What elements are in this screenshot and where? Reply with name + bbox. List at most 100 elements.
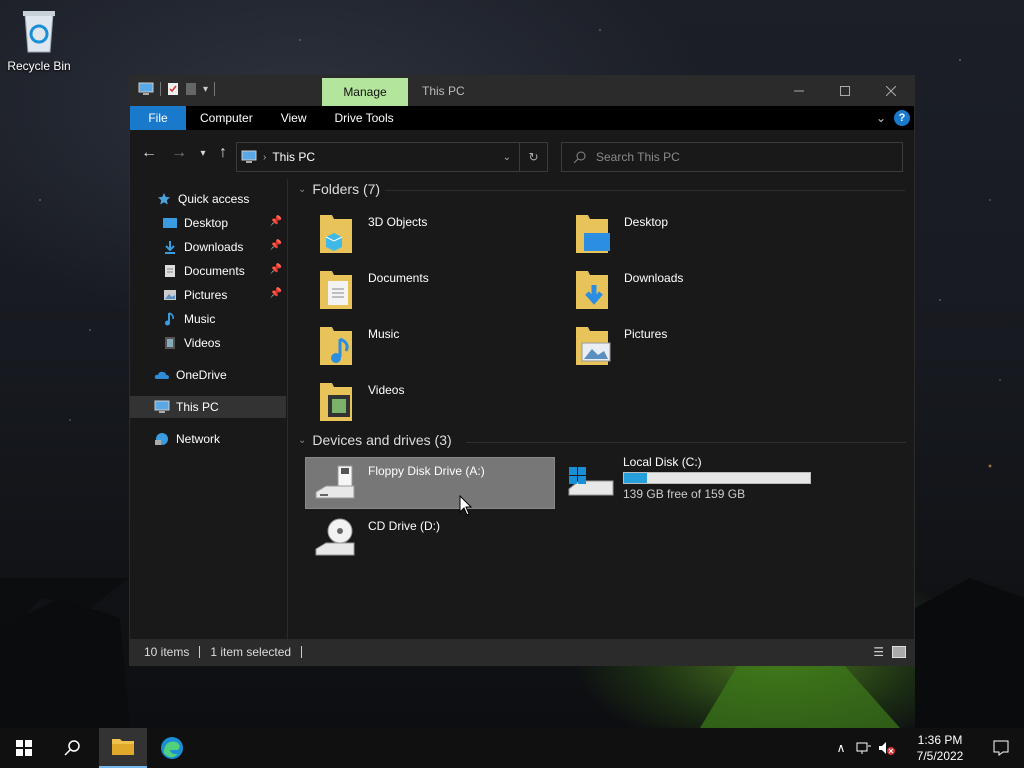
drive-local-c[interactable]: Local Disk (C:) 139 GB free of 159 GB (561, 455, 841, 507)
title-bar[interactable]: ▾ Manage This PC (130, 76, 914, 106)
devices-header-label: Devices and drives (3) (312, 432, 452, 448)
floppy-drive-icon (315, 465, 355, 499)
forward-arrow-icon[interactable]: → (169, 144, 189, 162)
devices-group-header[interactable]: ⌄ Devices and drives (3) (298, 432, 452, 448)
large-icons-view-icon[interactable] (892, 646, 906, 658)
folders-group-header[interactable]: ⌄ Folders (7) (298, 181, 380, 197)
clock-time: 1:36 PM (917, 733, 963, 747)
file-explorer-window: ▾ Manage This PC File Computer View Driv… (129, 75, 915, 666)
minimize-button[interactable] (776, 76, 822, 106)
taskbar-file-explorer[interactable] (99, 728, 147, 768)
folder-icon (112, 739, 134, 755)
drive-cd-d[interactable]: CD Drive (D:) (306, 513, 556, 565)
recycle-bin-shortcut[interactable]: Recycle Bin (4, 6, 74, 73)
tab-file[interactable]: File (130, 106, 186, 130)
clock[interactable]: 1:36 PM 7/5/2022 (902, 732, 978, 764)
folder-3d-objects[interactable]: 3D Objects (306, 209, 556, 261)
nav-videos[interactable]: Videos (130, 332, 286, 354)
document-icon (162, 263, 178, 279)
tab-computer[interactable]: Computer (186, 106, 267, 130)
pin-icon[interactable]: 📌 (270, 240, 282, 251)
nav-music[interactable]: Music (130, 308, 286, 330)
status-separator (199, 646, 201, 658)
collapse-chevron-icon[interactable]: ⌄ (298, 184, 306, 195)
recycle-bin-icon (23, 11, 55, 53)
nav-label: OneDrive (176, 368, 227, 382)
nav-label: Videos (184, 336, 221, 350)
tab-drive-tools[interactable]: Drive Tools (320, 106, 407, 130)
window-title: This PC (422, 84, 465, 98)
folder-videos[interactable]: Videos (306, 377, 556, 429)
collapse-chevron-icon[interactable]: ⌄ (298, 435, 306, 446)
new-folder-icon[interactable] (185, 82, 197, 96)
star-icon (156, 191, 172, 207)
expand-ribbon-icon[interactable]: ⌄ (876, 111, 886, 125)
breadcrumb-separator-icon[interactable]: › (263, 152, 266, 163)
back-arrow-icon[interactable]: ← (139, 144, 159, 162)
group-divider (385, 190, 905, 191)
drive-floppy-a[interactable]: Floppy Disk Drive (A:) (305, 457, 555, 509)
nav-documents[interactable]: Documents 📌 (130, 260, 286, 282)
customize-toolbar-icon[interactable]: ▾ (203, 84, 208, 95)
folder-label: Pictures (624, 327, 668, 341)
drive-label: Floppy Disk Drive (A:) (368, 464, 485, 478)
close-button[interactable] (868, 76, 914, 106)
nav-label: Network (176, 432, 221, 446)
drive-label: CD Drive (D:) (368, 519, 440, 533)
tab-view[interactable]: View (267, 106, 321, 130)
minimize-icon (794, 90, 804, 92)
action-center-button[interactable] (978, 728, 1024, 768)
cloud-icon (154, 367, 170, 383)
search-placeholder: Search This PC (596, 150, 680, 164)
computer-icon (138, 82, 154, 95)
nav-pictures[interactable]: Pictures 📌 (130, 284, 286, 306)
breadcrumb-this-pc[interactable]: This PC (272, 150, 315, 164)
pin-icon[interactable]: 📌 (270, 288, 282, 299)
network-status-icon[interactable] (856, 741, 872, 755)
address-dropdown-icon[interactable]: ⌄ (503, 152, 511, 163)
desktop-icon (162, 215, 178, 231)
volume-muted-icon[interactable] (878, 741, 896, 755)
nav-this-pc[interactable]: This PC (130, 396, 286, 418)
start-button[interactable] (0, 728, 48, 768)
address-row: ← → ▾ ↑ › This PC ⌄ ↻ Search This PC (130, 130, 914, 178)
folder-documents[interactable]: Documents (306, 265, 556, 317)
up-arrow-icon[interactable]: ↑ (213, 144, 233, 162)
nav-downloads[interactable]: Downloads 📌 (130, 236, 286, 258)
address-bar[interactable]: › This PC ⌄ ↻ (236, 142, 548, 172)
folder-music[interactable]: Music (306, 321, 556, 373)
refresh-icon[interactable]: ↻ (519, 143, 547, 171)
taskbar-edge[interactable] (148, 728, 196, 768)
folder-downloads[interactable]: Downloads (562, 265, 812, 317)
local-disk-info: Local Disk (C:) 139 GB free of 159 GB (623, 455, 811, 501)
disk-usage-fill (624, 473, 648, 483)
nav-quick-access[interactable]: Quick access (130, 188, 286, 210)
pin-icon[interactable]: 📌 (270, 264, 282, 275)
quick-access-toolbar: ▾ (138, 82, 216, 96)
recent-locations-icon[interactable]: ▾ (193, 148, 213, 159)
maximize-button[interactable] (822, 76, 868, 106)
folder-pictures[interactable]: Pictures (562, 321, 812, 373)
properties-icon[interactable] (167, 82, 179, 96)
downloads-folder-icon (576, 271, 608, 309)
nav-network[interactable]: Network (130, 428, 286, 450)
this-pc-icon (241, 150, 257, 163)
nav-desktop[interactable]: Desktop 📌 (130, 212, 286, 234)
search-button[interactable] (48, 728, 96, 768)
taskbar: ∧ 1:36 PM 7/5/2022 (0, 728, 1024, 768)
manage-context-tab[interactable]: Manage (322, 78, 408, 106)
status-bar: 10 items 1 item selected ☰ (130, 639, 914, 665)
item-count: 10 items (144, 645, 190, 659)
download-icon (162, 239, 178, 255)
search-icon (574, 151, 586, 163)
search-input[interactable]: Search This PC (561, 142, 903, 172)
show-hidden-icons-icon[interactable]: ∧ (830, 741, 852, 755)
folder-desktop[interactable]: Desktop (562, 209, 812, 261)
details-view-icon[interactable]: ☰ (873, 645, 884, 659)
nav-onedrive[interactable]: OneDrive (130, 364, 286, 386)
help-button[interactable]: ? (894, 110, 910, 126)
group-divider (466, 442, 906, 443)
pin-icon[interactable]: 📌 (270, 216, 282, 227)
computer-icon (154, 399, 170, 415)
disk-free-text: 139 GB free of 159 GB (623, 487, 746, 501)
